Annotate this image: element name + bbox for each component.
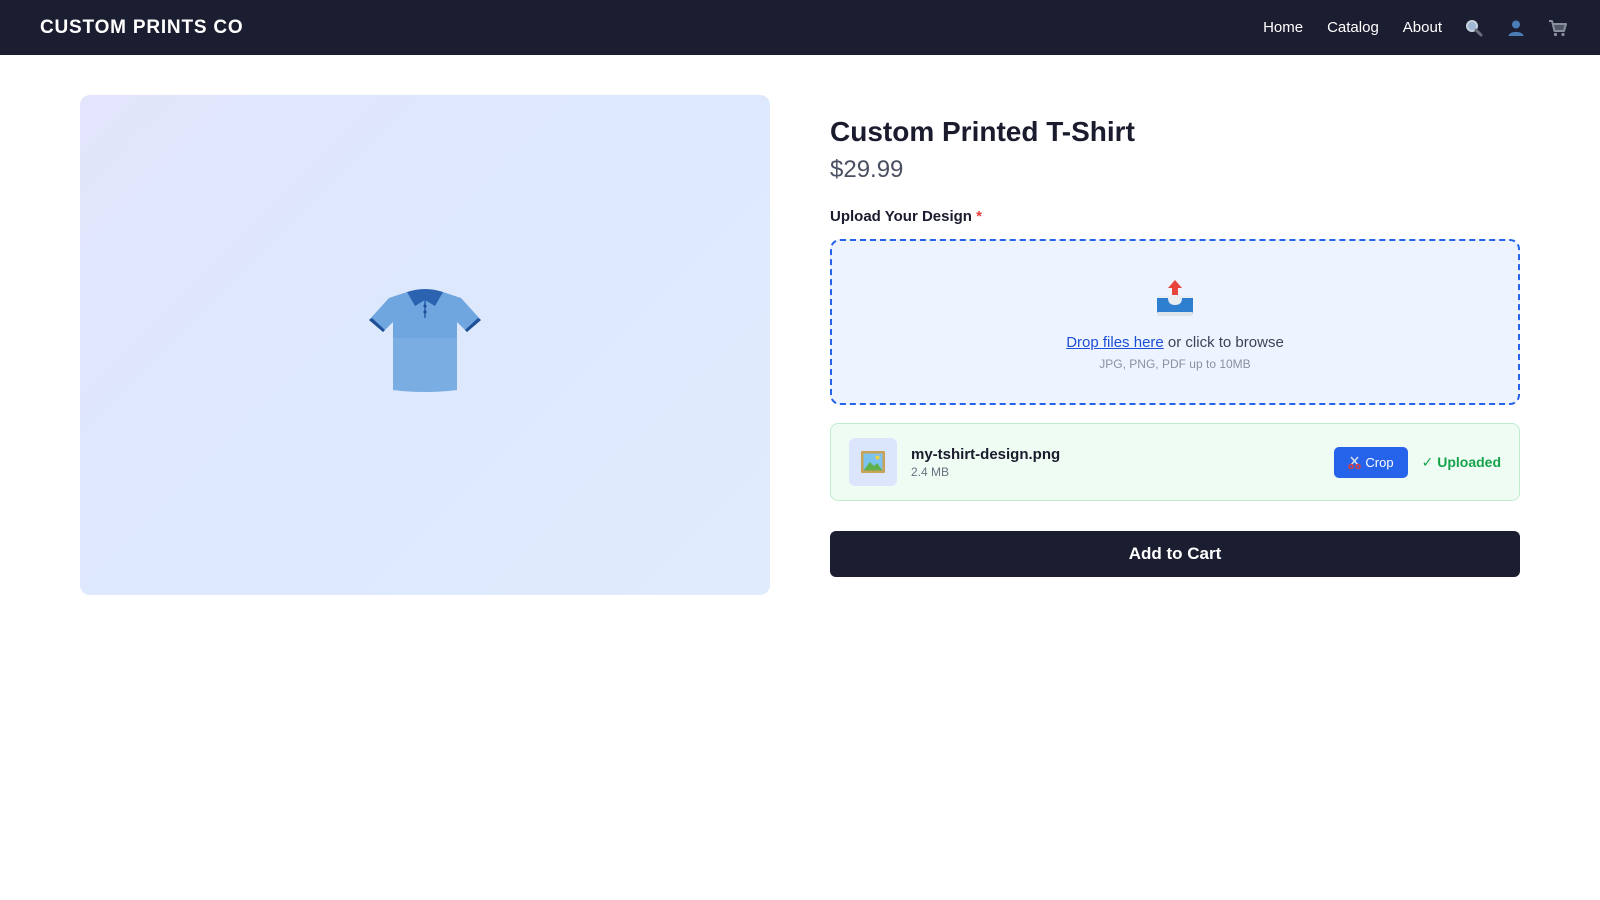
upload-label-text: Upload Your Design [830, 208, 972, 225]
file-size: 2.4 MB [911, 464, 950, 479]
search-icon[interactable] [1464, 18, 1484, 38]
product-image [80, 95, 770, 595]
nav-link-catalog[interactable]: Catalog [1327, 19, 1379, 36]
nav-link-about[interactable]: About [1403, 19, 1442, 36]
file-thumbnail [849, 438, 897, 486]
picture-icon [861, 451, 885, 473]
product-price: $29.99 [830, 156, 904, 183]
dropzone-text: Drop files here or click to browse [1066, 334, 1284, 351]
uploaded-file-card: my-tshirt-design.png 2.4 MB Crop ✓ Uploa… [830, 423, 1520, 501]
upload-label: Upload Your Design * [830, 207, 1520, 227]
cart-icon[interactable] [1548, 18, 1568, 38]
required-mark: * [976, 208, 982, 225]
scissors-icon [1348, 455, 1362, 469]
add-to-cart-button[interactable]: Add to Cart [830, 531, 1520, 577]
navbar: CUSTOM PRINTS CO Home Catalog About [0, 0, 1600, 55]
inbox-upload-icon [1157, 279, 1193, 316]
file-name: my-tshirt-design.png [911, 445, 1061, 463]
brand-logo[interactable]: CUSTOM PRINTS CO [40, 17, 244, 39]
file-dropzone[interactable]: Drop files here or click to browse JPG, … [830, 239, 1520, 405]
t-shirt-icon [369, 289, 481, 392]
upload-status: ✓ Uploaded [1421, 453, 1501, 470]
nav-menu: Home Catalog About [1263, 18, 1568, 38]
crop-button-label: Crop [1365, 454, 1394, 470]
nav-link-home[interactable]: Home [1263, 19, 1303, 36]
dropzone-hint: JPG, PNG, PDF up to 10MB [1099, 356, 1251, 371]
drop-files-link[interactable]: Drop files here [1066, 334, 1164, 351]
product-details: Custom Printed T-Shirt $29.99 Upload You… [830, 95, 1520, 577]
dropzone-browse-text: or click to browse [1163, 333, 1284, 351]
product-title: Custom Printed T-Shirt [830, 116, 1135, 147]
user-icon[interactable] [1506, 18, 1526, 38]
crop-button[interactable]: Crop [1334, 446, 1408, 478]
file-info: my-tshirt-design.png 2.4 MB [911, 446, 1334, 479]
